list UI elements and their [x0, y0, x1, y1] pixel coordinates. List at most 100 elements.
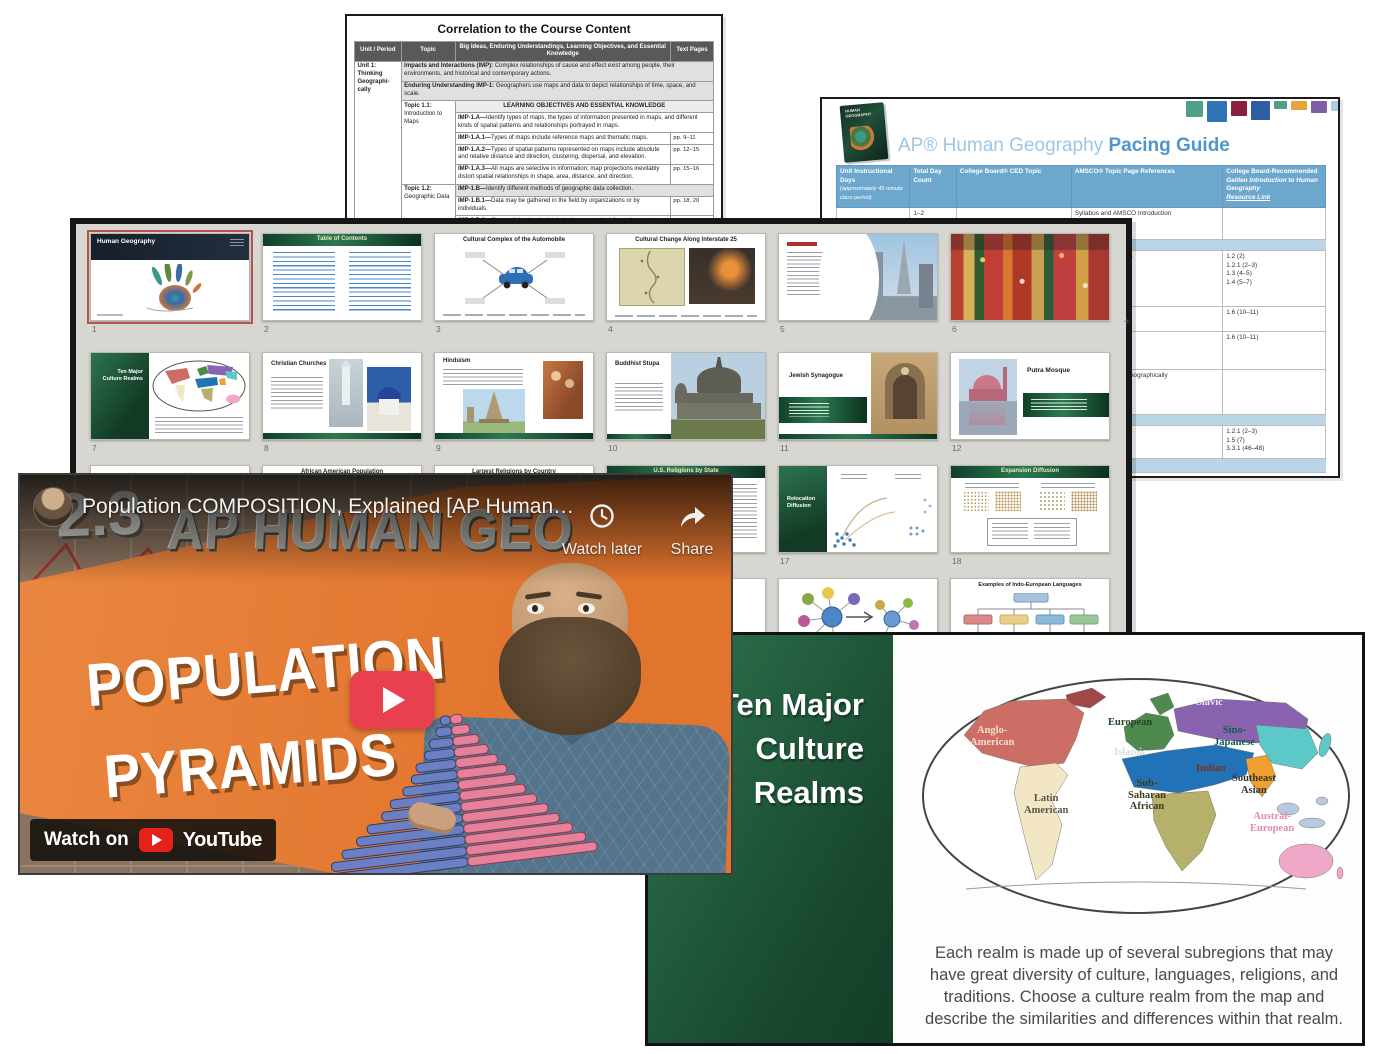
slide-number: 10	[608, 443, 617, 453]
legend-box	[987, 518, 1077, 546]
gopuram-tower	[485, 391, 503, 421]
slide-thumbnail-1[interactable]: Human Geography	[90, 233, 250, 321]
building	[919, 264, 933, 308]
slide-thumbnail-4[interactable]: Cultural Change Along Interstate 25	[606, 233, 766, 321]
correlation-table: Unit / Period Topic Big Ideas, Enduring …	[354, 41, 714, 236]
pages-cell: pp. 12–15	[670, 145, 713, 165]
slide-thumbnail-6[interactable]	[950, 233, 1110, 321]
realm-label-indian: Indian	[1196, 763, 1226, 775]
play-button[interactable]	[350, 671, 434, 729]
slide-thumbnail-10[interactable]: Buddhist Stupa	[606, 352, 766, 440]
slide-thumbnail-3[interactable]: Cultural Complex of the Automobile	[434, 233, 594, 321]
slide-number: 9	[436, 443, 441, 453]
mosque-body	[969, 389, 1005, 401]
white-swoosh	[819, 233, 879, 321]
green-banner	[779, 397, 867, 423]
rose-window	[901, 367, 909, 375]
small-tower	[467, 407, 474, 423]
mosque-dome	[973, 375, 1001, 389]
realm-label-sub-saharan: Sub- Saharan African	[1128, 778, 1166, 813]
dot-diagram	[1039, 491, 1065, 511]
tab-swatch	[1207, 101, 1227, 122]
legend-lines	[992, 523, 1028, 541]
slide-thumbnail-12[interactable]: Putra Mosque	[950, 352, 1110, 440]
row-imp-1a: IMP-1.A—Identify types of maps, the type…	[455, 113, 714, 133]
footer-line	[97, 314, 123, 316]
slide-thumbnail-18[interactable]: Expansion Diffusion	[950, 465, 1110, 553]
green-footer-bar	[779, 434, 937, 439]
legend-lines	[1034, 523, 1070, 541]
video-title-link[interactable]: Population COMPOSITION, Explained [AP Hu…	[82, 495, 574, 519]
realm-label-austral-european: Austral- European	[1250, 811, 1294, 834]
diagram-label	[895, 474, 921, 481]
diagram-label	[1041, 483, 1095, 488]
stupa-photo	[671, 353, 766, 440]
galileo-cell: 1.6 (10–11)	[1223, 307, 1326, 332]
diagram-label	[841, 474, 867, 481]
slide-thumbnail-9[interactable]: Hinduism	[434, 352, 594, 440]
host-eye	[578, 603, 595, 614]
figure	[565, 379, 574, 388]
red-heading	[787, 242, 817, 246]
chinatown-photo	[951, 234, 1109, 320]
stupa-dome	[697, 367, 741, 393]
channel-avatar[interactable]	[34, 488, 72, 526]
realm-label-anglo-american: Anglo- American	[970, 725, 1014, 748]
galileo-cell	[1223, 370, 1326, 415]
col-header-days: Unit Instructional Days(approximately 45…	[837, 166, 910, 208]
slide-number: 2	[264, 324, 269, 334]
steeple-top	[340, 359, 352, 367]
youtube-embed[interactable]: 2.3 AP HUMAN GEO	[18, 473, 733, 875]
diagram-label	[965, 483, 1019, 488]
col-header-unit: Unit / Period	[355, 42, 402, 62]
dot-diagram	[995, 491, 1021, 511]
col-header-pages: Text Pages	[670, 42, 713, 62]
slide-thumbnail-17[interactable]: Relocation Diffusion	[778, 465, 938, 553]
resource-link[interactable]: Resource Link	[1226, 194, 1270, 201]
watch-on-youtube-button[interactable]: Watch on YouTube	[30, 819, 276, 861]
small-stupa	[675, 383, 687, 403]
text-lines	[615, 383, 663, 413]
tab-swatch	[1331, 101, 1340, 111]
watch-later-button[interactable]: Watch later	[542, 503, 662, 559]
pages-cell: pp. 18, 20	[670, 196, 713, 216]
slide-number: 8	[264, 443, 269, 453]
dot-diagram	[1071, 491, 1097, 511]
galileo-cell: 1.2 (2) 1.2.1 (2–3) 1.3 (4–5) 1.4 (5–7)	[1223, 251, 1326, 307]
minaret	[1003, 367, 1007, 401]
slide-thumbnail-2[interactable]: Table of Contents	[262, 233, 422, 321]
eu-band: Enduring Understanding IMP-1: Geographer…	[401, 81, 713, 101]
slide-number: 3	[436, 324, 441, 334]
green-banner	[1023, 393, 1110, 417]
relocation-diffusion-diagram	[829, 484, 937, 550]
col-header-count: Total Day Count	[910, 166, 956, 208]
church-body	[379, 399, 399, 415]
realm-label-southeast-asian: Southeast Asian	[1232, 773, 1276, 796]
imp-band: Impacts and Interactions (IMP): Complex …	[401, 61, 713, 81]
mosque-photo	[959, 359, 1017, 435]
caption-line	[443, 314, 585, 316]
col-header-ced: College Board® CED Topic	[956, 166, 1071, 208]
handprint-icon	[849, 125, 877, 153]
unit-cell: Unit 1: Thinking Geographi- cally	[355, 61, 402, 236]
handprint-art	[133, 264, 213, 316]
tab-swatch	[1251, 101, 1270, 120]
green-footer-bar	[435, 433, 593, 439]
slide-number: 7	[92, 443, 97, 453]
slide-thumbnail-11[interactable]: Jewish Synagogue	[778, 352, 938, 440]
youtube-logo-icon	[139, 828, 173, 852]
green-footer-bar	[607, 434, 671, 439]
stupa-terrace	[685, 393, 753, 403]
row-imp-1a1: IMP-1.A.1—Types of maps include referenc…	[455, 133, 670, 145]
book-title: HUMAN GEOGRAPHY	[845, 106, 885, 119]
slide-thumbnail-7[interactable]: Ten Major Culture Realms	[90, 352, 250, 440]
slide-number: 4	[608, 324, 613, 334]
slide-number: 11	[780, 443, 789, 453]
row-imp-1b1: IMP-1.B.1—Data may be gathered in the fi…	[455, 196, 670, 216]
tab-swatch	[1186, 101, 1203, 117]
slide-thumbnail-5[interactable]	[778, 233, 938, 321]
col-header-topic: Topic	[401, 42, 455, 62]
temple-photo	[463, 389, 525, 435]
slide-thumbnail-8[interactable]: Christian Churches	[262, 352, 422, 440]
share-button[interactable]: Share	[656, 503, 728, 559]
